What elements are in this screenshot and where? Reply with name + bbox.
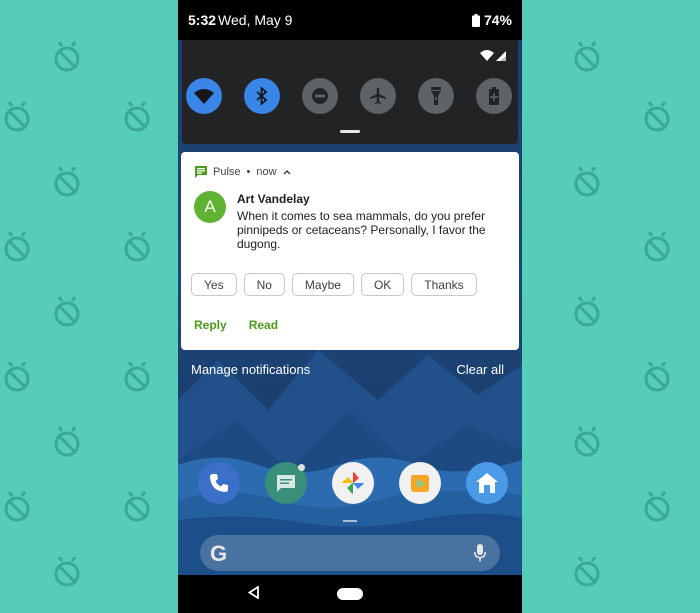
- notification-card[interactable]: Pulse • now A Art Vandelay When it comes…: [181, 152, 519, 350]
- android-pattern-icon: [50, 295, 84, 329]
- smart-reply-chip[interactable]: OK: [360, 273, 405, 296]
- phone-icon: [210, 474, 228, 492]
- android-pattern-icon: [120, 100, 154, 134]
- google-logo: G: [210, 541, 228, 566]
- messages-icon: [277, 475, 295, 492]
- message-app-icon: [195, 166, 207, 178]
- header-separator: •: [246, 166, 251, 178]
- wifi-tile[interactable]: [186, 78, 222, 114]
- home-app-icon: [476, 473, 498, 493]
- bluetooth-icon: [256, 87, 268, 105]
- clear-all-button[interactable]: Clear all: [456, 362, 504, 377]
- status-time: 5:32: [188, 12, 217, 28]
- home-app[interactable]: [466, 462, 508, 504]
- notification-dot: [298, 464, 305, 471]
- android-pattern-icon: [570, 165, 604, 199]
- battery-icon: [471, 13, 480, 27]
- flashlight-tile[interactable]: [418, 78, 454, 114]
- android-pattern-icon: [570, 425, 604, 459]
- google-search-bar[interactable]: G: [200, 535, 500, 571]
- photos-icon: [342, 472, 364, 494]
- smart-reply-chip[interactable]: Maybe: [291, 273, 354, 296]
- app-dock: [198, 462, 508, 504]
- play-store-icon: [411, 475, 429, 492]
- android-pattern-icon: [570, 555, 604, 589]
- android-pattern-icon: [50, 40, 84, 74]
- signal-icons: [480, 48, 508, 67]
- navigation-bar: [178, 575, 522, 613]
- android-pattern-icon: [120, 360, 154, 394]
- android-pattern-icon: [640, 360, 674, 394]
- android-pattern-icon: [570, 295, 604, 329]
- android-pattern-icon: [0, 230, 34, 264]
- status-date: Wed, May 9: [218, 12, 293, 28]
- smart-reply-chip[interactable]: No: [243, 273, 285, 296]
- sender-name: Art Vandelay: [237, 192, 310, 206]
- notification-time: now: [256, 166, 277, 178]
- message-text: When it comes to sea mammals, do you pre…: [237, 209, 486, 251]
- messages-app[interactable]: [265, 462, 307, 504]
- play-store-app[interactable]: [399, 462, 441, 504]
- android-pattern-icon: [0, 490, 34, 524]
- back-icon[interactable]: [247, 585, 259, 604]
- android-pattern-icon: [50, 165, 84, 199]
- battery-saver-tile[interactable]: [476, 78, 512, 114]
- battery-indicator: 74%: [471, 12, 512, 28]
- android-pattern-icon: [0, 360, 34, 394]
- smart-reply-chip[interactable]: Thanks: [411, 273, 477, 296]
- android-pattern-icon: [570, 40, 604, 74]
- do-not-disturb-tile[interactable]: [302, 78, 338, 114]
- notification-app-name: Pulse: [213, 166, 241, 178]
- mic-icon[interactable]: [474, 544, 486, 567]
- avatar: A: [194, 191, 226, 223]
- bluetooth-tile[interactable]: [244, 78, 280, 114]
- airplane-tile[interactable]: [360, 78, 396, 114]
- quick-settings-panel: [182, 40, 518, 144]
- android-pattern-icon: [640, 100, 674, 134]
- battery-percent: 74%: [483, 12, 512, 28]
- quick-settings-tiles: [186, 78, 512, 114]
- android-pattern-icon: [50, 425, 84, 459]
- notification-header: Pulse • now: [195, 166, 291, 178]
- android-pattern-icon: [120, 490, 154, 524]
- battery-saver-icon: [489, 87, 499, 105]
- reply-action[interactable]: Reply: [194, 318, 227, 332]
- manage-notifications-button[interactable]: Manage notifications: [191, 362, 310, 377]
- android-pattern-icon: [640, 490, 674, 524]
- do-not-disturb-icon: [312, 88, 328, 104]
- chevron-up-icon[interactable]: [283, 169, 291, 175]
- notification-actions: Reply Read: [194, 318, 278, 332]
- app-drawer-indicator[interactable]: [343, 520, 357, 522]
- smart-reply-chip[interactable]: Yes: [191, 273, 237, 296]
- home-button[interactable]: [337, 588, 363, 600]
- android-pattern-icon: [0, 100, 34, 134]
- phone-screen: 5:32 Wed, May 9 74% Pulse • now A Art Va…: [178, 0, 522, 613]
- android-pattern-icon: [640, 230, 674, 264]
- android-pattern-icon: [120, 230, 154, 264]
- airplane-icon: [370, 87, 386, 104]
- status-bar: 5:32 Wed, May 9 74%: [178, 0, 522, 40]
- phone-app[interactable]: [198, 462, 240, 504]
- flashlight-icon: [431, 87, 441, 105]
- smart-replies: Yes No Maybe OK Thanks: [191, 273, 477, 296]
- wifi-icon: [194, 89, 214, 104]
- panel-expand-handle[interactable]: [340, 130, 360, 133]
- photos-app[interactable]: [332, 462, 374, 504]
- android-pattern-icon: [50, 555, 84, 589]
- read-action[interactable]: Read: [249, 318, 278, 332]
